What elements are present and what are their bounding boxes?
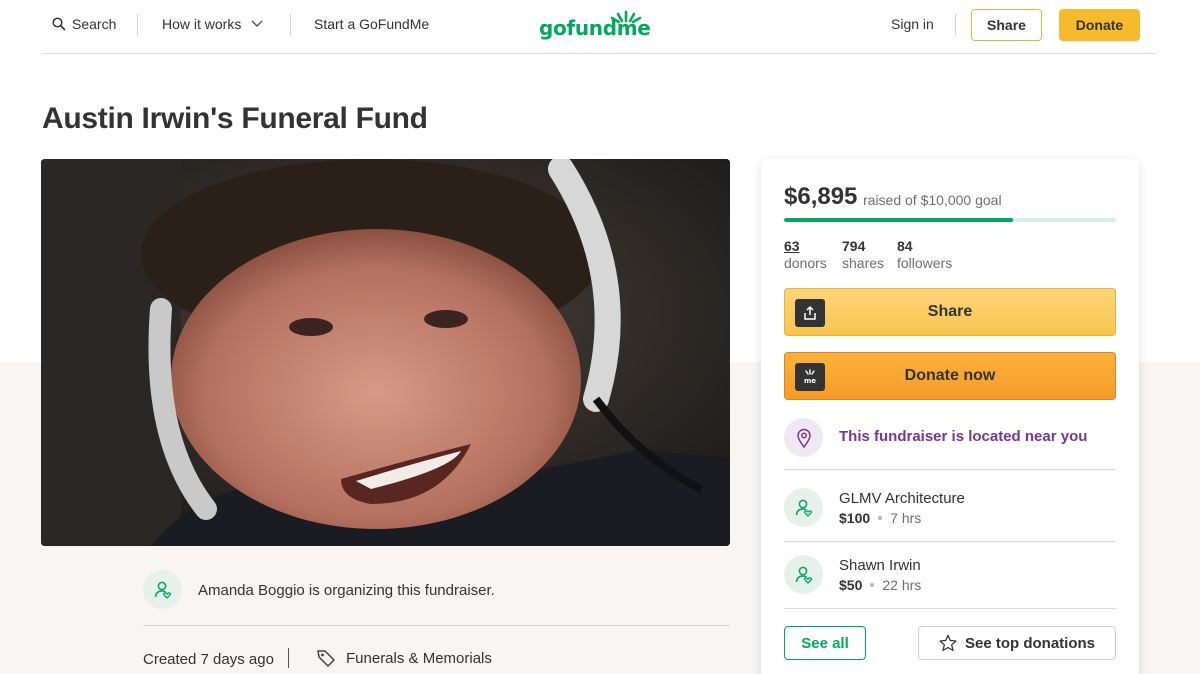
donation-meta: $50 22 hrs xyxy=(839,577,921,593)
share-button-label: Share xyxy=(927,303,973,320)
divider xyxy=(143,625,730,626)
stat-followers: 84 followers xyxy=(897,238,952,271)
divider xyxy=(784,608,1116,609)
divider xyxy=(784,541,1116,542)
hero-photo-illustration xyxy=(41,159,730,546)
search-nav[interactable]: Search xyxy=(52,16,116,32)
tag-icon xyxy=(317,650,335,667)
header-share-button[interactable]: Share xyxy=(971,9,1042,41)
donation-meta: $100 7 hrs xyxy=(839,510,921,526)
progress-fill xyxy=(784,218,1013,222)
search-icon xyxy=(52,17,66,31)
nav-divider xyxy=(955,14,956,36)
campaign-hero-image[interactable] xyxy=(41,159,730,546)
progress-bar xyxy=(784,218,1116,222)
donation-card: $6,895 raised of $10,000 goal 63 donors … xyxy=(761,159,1139,674)
divider xyxy=(784,469,1116,470)
raised-amount: $6,895 xyxy=(784,183,858,210)
donor-avatar xyxy=(784,555,823,594)
donation-time: 7 hrs xyxy=(890,510,922,526)
stat-value: 84 xyxy=(897,238,913,254)
sign-in-link[interactable]: Sign in xyxy=(891,16,934,32)
stat-donors[interactable]: 63 donors xyxy=(784,238,827,271)
logo-sprout-icon xyxy=(610,10,642,24)
location-badge xyxy=(784,418,823,457)
star-icon xyxy=(939,634,957,652)
donor-avatar xyxy=(784,488,823,527)
donation-time: 22 hrs xyxy=(882,577,922,593)
nav-divider xyxy=(290,14,291,36)
user-heart-icon xyxy=(795,566,812,584)
location-pin-icon xyxy=(796,428,811,448)
created-date: Created 7 days ago xyxy=(143,651,274,668)
user-heart-icon xyxy=(154,581,171,599)
donor-name: GLMV Architecture xyxy=(839,490,965,507)
site-header: Search How it works Start a GoFundMe gof… xyxy=(42,0,1156,54)
goal-text: raised of $10,000 goal xyxy=(863,192,1002,208)
how-it-works-menu[interactable]: How it works xyxy=(162,16,263,32)
meta-divider xyxy=(288,648,289,668)
see-all-button[interactable]: See all xyxy=(784,626,866,660)
donation-amount: $50 xyxy=(839,577,863,593)
see-top-donations-label: See top donations xyxy=(964,634,1095,652)
header-donate-button[interactable]: Donate xyxy=(1059,9,1140,41)
location-notice: This fundraiser is located near you xyxy=(839,428,1088,445)
organizer-text: Amanda Boggio is organizing this fundrai… xyxy=(198,582,495,599)
stat-label: donors xyxy=(784,255,827,271)
stat-label: followers xyxy=(897,255,953,271)
gofundme-logo[interactable]: gofundme xyxy=(539,10,651,42)
chevron-down-icon xyxy=(251,20,263,27)
start-gofundme-link[interactable]: Start a GoFundMe xyxy=(314,16,429,32)
separator-dot xyxy=(878,516,883,520)
sign-in-label: Sign in xyxy=(891,16,934,32)
user-heart-icon xyxy=(795,499,812,517)
stat-label: shares xyxy=(842,255,885,271)
donate-now-label: Donate now xyxy=(904,367,996,384)
stat-value: 63 xyxy=(784,238,800,254)
see-top-donations-button[interactable]: See top donations xyxy=(918,626,1116,660)
separator-dot xyxy=(870,583,875,587)
stat-value: 794 xyxy=(842,238,866,254)
how-it-works-label: How it works xyxy=(162,16,242,32)
start-gofundme-label: Start a GoFundMe xyxy=(314,16,430,32)
search-label: Search xyxy=(72,16,117,32)
donor-name: Shawn Irwin xyxy=(839,557,921,574)
donation-amount: $100 xyxy=(839,510,871,526)
nav-divider xyxy=(137,14,138,36)
organizer-avatar xyxy=(143,570,182,609)
donate-now-button[interactable]: me Donate now xyxy=(784,352,1116,400)
share-button[interactable]: Share xyxy=(784,288,1116,336)
category-label: Funerals & Memorials xyxy=(346,649,492,667)
category-link[interactable]: Funerals & Memorials xyxy=(316,648,492,668)
page-title: Austin Irwin's Funeral Fund xyxy=(42,102,428,135)
stat-shares: 794 shares xyxy=(842,238,884,271)
